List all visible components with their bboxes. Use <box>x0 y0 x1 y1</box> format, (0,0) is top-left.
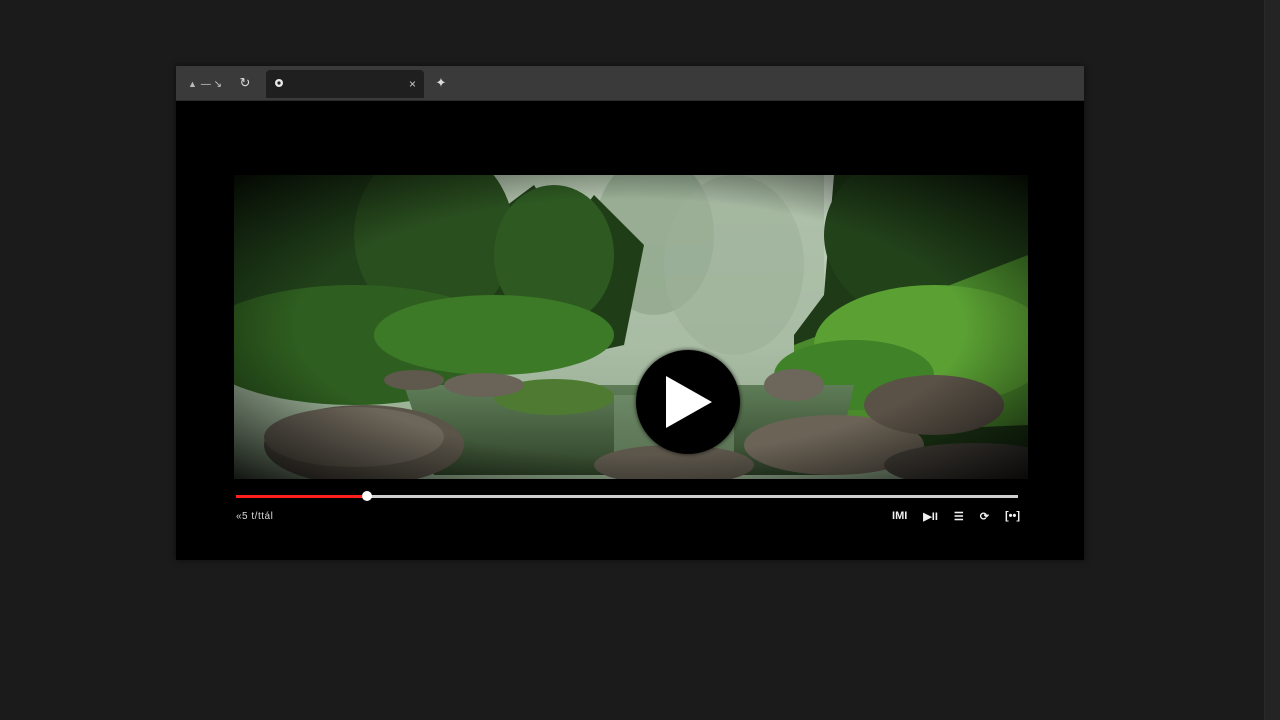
site-icon <box>274 78 284 91</box>
tab-active[interactable]: × <box>266 70 424 98</box>
settings-button[interactable]: ⟳ <box>980 507 989 525</box>
tab-inactive-label: — ↘ <box>200 78 223 90</box>
control-bar: «5 t/ttál I­M­I ▶II ☰ ⟳ [••] <box>236 505 1020 527</box>
play-icon <box>666 376 712 428</box>
progress-fill <box>236 495 368 498</box>
tab-bar: ▲ — ↘ ↻ × ✦ <box>176 66 1084 101</box>
play-button[interactable] <box>636 350 740 454</box>
time-display: «5 t/ttál <box>236 510 274 522</box>
video-player[interactable]: «5 t/ttál I­M­I ▶II ☰ ⟳ [••] <box>176 101 1084 560</box>
video-still <box>234 175 1028 479</box>
tab-inactive[interactable]: ▲ — ↘ <box>180 70 230 98</box>
progress-bar[interactable] <box>236 491 1018 501</box>
home-icon: ▲ <box>187 79 197 89</box>
video-frame[interactable] <box>234 175 1028 479</box>
page-scrollbar[interactable] <box>1264 0 1280 720</box>
subtitles-button[interactable]: ☰ <box>954 507 964 525</box>
next-button[interactable]: ▶II <box>923 507 938 525</box>
reload-icon[interactable]: ↻ <box>234 72 256 94</box>
quality-button[interactable]: I­M­I <box>892 507 907 525</box>
browser-window: ▲ — ↘ ↻ × ✦ <box>176 66 1084 560</box>
fullscreen-button[interactable]: [••] <box>1005 507 1020 525</box>
progress-knob[interactable] <box>362 491 373 501</box>
close-icon[interactable]: × <box>409 77 416 91</box>
new-tab-icon[interactable]: ✦ <box>430 72 452 94</box>
